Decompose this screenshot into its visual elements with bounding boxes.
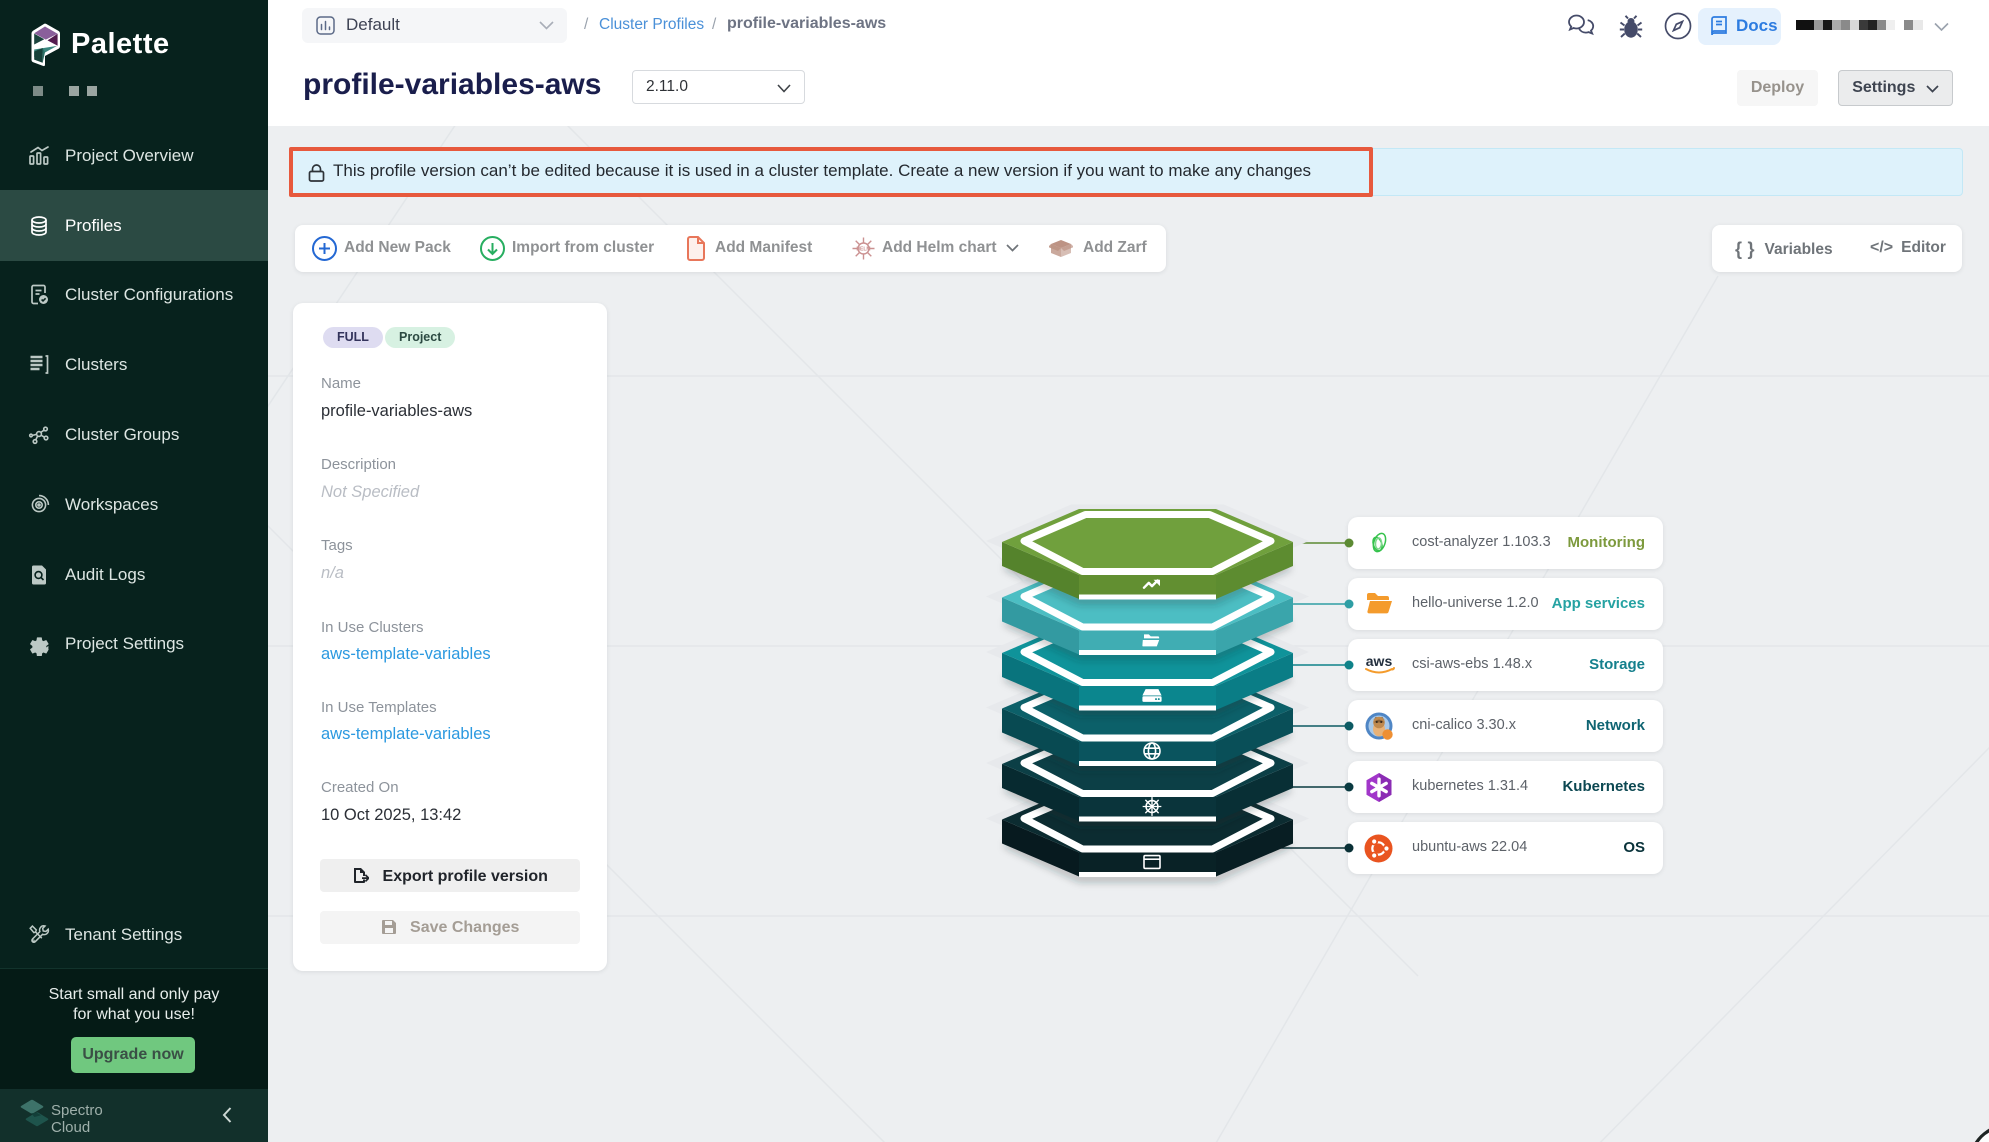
svg-text:HELM: HELM [856, 247, 870, 253]
svg-text:aws: aws [1366, 653, 1393, 669]
